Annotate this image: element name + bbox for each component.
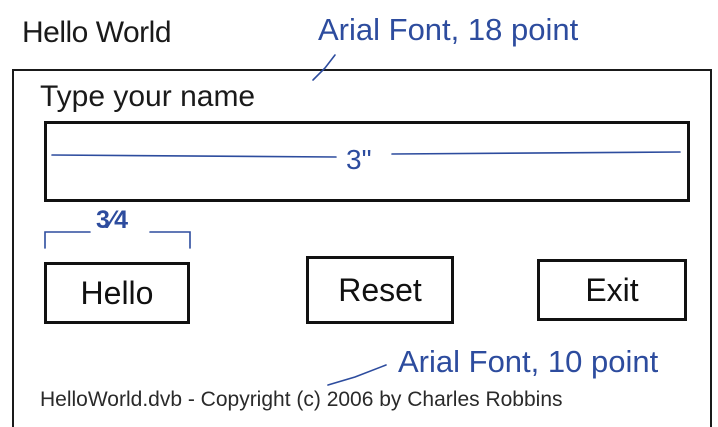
font-size-annotation-title: Arial Font, 18 point <box>318 12 579 47</box>
input-width-dimension-label: 3" <box>346 144 372 175</box>
exit-button[interactable]: Exit <box>537 259 687 321</box>
window-title: Hello World <box>22 16 172 49</box>
hello-button[interactable]: Hello <box>44 262 190 324</box>
button-width-dimension-label: 3⁄4 <box>96 206 128 234</box>
font-size-annotation-footer: Arial Font, 10 point <box>398 344 659 379</box>
name-prompt-label: Type your name <box>40 80 256 113</box>
mockup-canvas: Hello World Type your name Hello Reset E… <box>0 0 718 427</box>
copyright-text: HelloWorld.dvb - Copyright (c) 2006 by C… <box>40 388 563 411</box>
reset-button[interactable]: Reset <box>306 256 454 324</box>
